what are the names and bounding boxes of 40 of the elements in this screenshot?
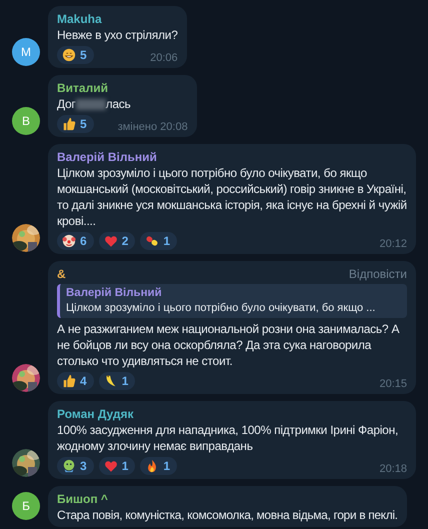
sick-face-icon xyxy=(62,459,76,473)
clown-face-icon xyxy=(62,234,76,248)
author-name: Бишоп ^ xyxy=(57,491,108,507)
heart-icon xyxy=(104,459,118,473)
reaction-button[interactable]: 2 xyxy=(98,232,136,250)
banana-icon xyxy=(104,374,118,388)
reaction-button[interactable]: 5 xyxy=(57,115,94,133)
thumbs-up-icon xyxy=(62,117,76,131)
grin-emoji-icon xyxy=(62,48,76,62)
quoted-message[interactable]: Валерій Вільний Цілком зрозуміло і цього потрібно було очікувати, бо якщо ... xyxy=(57,284,407,318)
reaction-button[interactable]: 1 xyxy=(98,457,136,475)
message-time: 20:06 xyxy=(150,52,178,64)
message-text: А не разжиганием меж национальной розни она занималась? А не бойцов ли всу она оскорбляла? Да эта сука наговорила столько что удивляться не стоит. xyxy=(57,321,400,369)
author-name: Makuha xyxy=(57,11,102,27)
author-name: Виталий xyxy=(57,80,108,96)
author-name: & xyxy=(57,266,66,282)
author-name: Роман Дудяк xyxy=(57,406,134,422)
reaction-button[interactable]: 4 xyxy=(57,372,94,390)
reaction-button[interactable]: 1 xyxy=(140,457,178,475)
thumbs-up-icon xyxy=(62,374,76,388)
reaction-button[interactable]: 3 xyxy=(57,457,94,475)
quoted-author: Валерій Вільний xyxy=(66,286,163,301)
message-time: 20:18 xyxy=(379,463,407,475)
message-time: змінено 20:08 xyxy=(118,121,188,133)
blurred-text xyxy=(76,99,106,110)
message-text: Цілком зрозуміло і цього потрібно було очікувати, бо якщо мокшанський (московітський, российський) говір зникне в Україні, то далі зникне уся мокшанська історія, яка існує на брехні й чужій крові.... xyxy=(57,165,407,229)
reply-link[interactable]: Відповісти xyxy=(348,267,407,281)
author-name: Валерій Вільний xyxy=(57,149,157,165)
reaction-button[interactable]: 6 xyxy=(57,232,94,250)
message-text: 100% засудження для нападника, 100% підтримки Ірині Фаріон, жодному злочину немає виправдань xyxy=(57,422,400,454)
reaction-button[interactable]: 5 xyxy=(57,46,94,64)
message-text: Невже в ухо стріляли? xyxy=(57,27,178,43)
message-text: Дог лась xyxy=(57,96,132,112)
message-text: Стара повія, комуністка, комсомолка, мовна відьма, гори в пеклі. xyxy=(57,507,398,523)
reaction-button[interactable]: 1 xyxy=(140,232,178,250)
message-time: 20:15 xyxy=(379,378,407,390)
quoted-text: Цілком зрозуміло і цього потрібно було очікувати, бо якщо ... xyxy=(66,301,376,316)
reaction-button[interactable]: 1 xyxy=(98,372,136,390)
message-time: 20:12 xyxy=(379,238,407,250)
heart-icon xyxy=(104,234,118,248)
